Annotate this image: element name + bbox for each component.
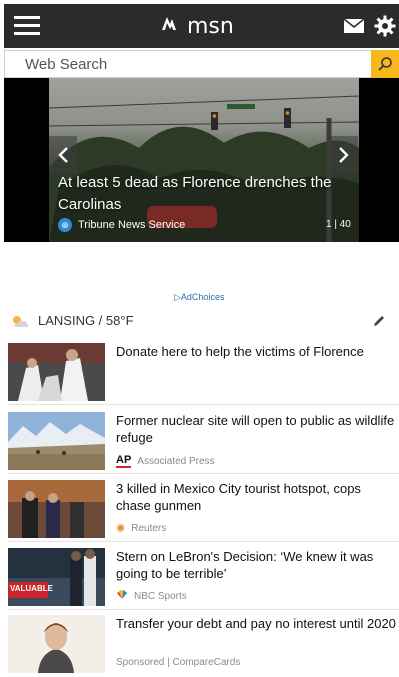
feed-item[interactable]: 3 killed in Mexico City tourist hotspot,… bbox=[8, 480, 399, 542]
feed-thumbnail[interactable] bbox=[8, 412, 105, 470]
feed-title[interactable]: Stern on LeBron's Decision: ‘We knew it … bbox=[116, 548, 396, 582]
msn-logo-text: msn bbox=[187, 13, 234, 39]
feed-thumbnail[interactable] bbox=[8, 480, 105, 538]
weather-location-temp: LANSING / 58°F bbox=[38, 313, 134, 328]
top-bar: msn bbox=[4, 4, 399, 48]
edit-pencil-icon[interactable] bbox=[372, 314, 386, 328]
feed-title[interactable]: Transfer your debt and pay no interest u… bbox=[116, 615, 396, 632]
carousel-next-button[interactable] bbox=[330, 136, 358, 174]
feed-item[interactable]: VALUABLE Stern on LeBron's Decision: ‘We… bbox=[8, 548, 399, 610]
chevron-right-icon bbox=[339, 147, 349, 163]
feed-thumbnail[interactable]: VALUABLE bbox=[8, 548, 105, 606]
feed-source-name: Sponsored | CompareCards bbox=[116, 657, 241, 668]
feed-item[interactable]: Transfer your debt and pay no interest u… bbox=[8, 615, 399, 677]
adchoices-link[interactable]: ▷AdChoices bbox=[174, 292, 224, 303]
feed-thumbnail-caption: VALUABLE bbox=[10, 584, 53, 593]
partly-cloudy-icon bbox=[13, 315, 29, 327]
feed-thumbnail[interactable] bbox=[8, 343, 105, 401]
msn-logo-icon bbox=[159, 13, 179, 39]
gear-icon[interactable] bbox=[374, 15, 396, 37]
feed-source-name: NBC Sports bbox=[134, 591, 187, 602]
mail-icon[interactable] bbox=[343, 18, 365, 33]
nbc-peacock-icon bbox=[116, 590, 128, 603]
feed-title[interactable]: 3 killed in Mexico City tourist hotspot,… bbox=[116, 480, 396, 514]
feed-source: Sponsored | CompareCards bbox=[116, 657, 240, 668]
hero-source: ⊕ Tribune News Service bbox=[58, 218, 185, 232]
chevron-left-icon bbox=[58, 147, 68, 163]
search-bar bbox=[4, 50, 399, 78]
feed-source: AP Associated Press bbox=[116, 454, 215, 468]
reuters-logo-icon: ✺ bbox=[116, 523, 126, 535]
hero-headline[interactable]: At least 5 dead as Florence drenches the… bbox=[58, 172, 348, 216]
msn-logo[interactable]: msn bbox=[159, 13, 234, 39]
feed-source: NBC Sports bbox=[116, 590, 187, 603]
feed-title[interactable]: Former nuclear site will open to public … bbox=[116, 412, 396, 446]
feed-source-name: Associated Press bbox=[137, 455, 215, 467]
feed-source: ✺ Reuters bbox=[116, 522, 166, 535]
feed-thumbnail[interactable] bbox=[8, 615, 105, 673]
carousel-prev-button[interactable] bbox=[49, 136, 77, 174]
search-input[interactable] bbox=[5, 51, 371, 77]
search-button[interactable] bbox=[371, 50, 399, 78]
feed-source-name: Reuters bbox=[131, 523, 167, 534]
ap-logo-icon: AP bbox=[116, 454, 132, 468]
weather-widget[interactable]: LANSING / 58°F bbox=[10, 313, 134, 328]
hero-carousel[interactable]: At least 5 dead as Florence drenches the… bbox=[4, 78, 399, 242]
hamburger-menu-icon[interactable] bbox=[14, 16, 40, 36]
hero-source-name: Tribune News Service bbox=[78, 219, 186, 231]
feed-item[interactable]: Former nuclear site will open to public … bbox=[8, 412, 399, 474]
carousel-counter: 1 | 40 bbox=[326, 219, 351, 230]
feed-title[interactable]: Donate here to help the victims of Flore… bbox=[116, 343, 396, 360]
adchoices-icon: ▷ bbox=[174, 292, 181, 302]
search-icon bbox=[378, 57, 392, 71]
tribune-source-icon: ⊕ bbox=[58, 218, 72, 232]
feed-item[interactable]: Donate here to help the victims of Flore… bbox=[8, 343, 399, 405]
